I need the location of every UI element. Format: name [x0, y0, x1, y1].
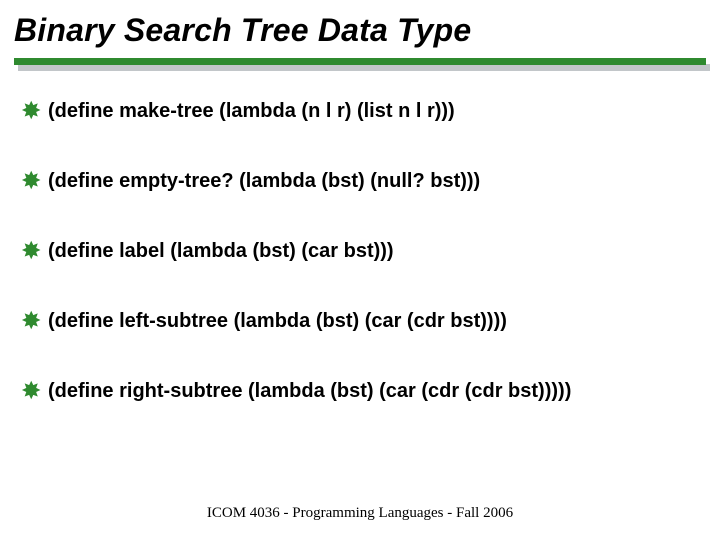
list-item-text: (define left-subtree (lambda (bst) (car …	[48, 308, 507, 334]
slide-footer: ICOM 4036 - Programming Languages - Fall…	[0, 505, 720, 522]
list-item: ✸ (define left-subtree (lambda (bst) (ca…	[22, 308, 698, 334]
list-item: ✸ (define empty-tree? (lambda (bst) (nul…	[22, 168, 698, 194]
list-item-text: (define right-subtree (lambda (bst) (car…	[48, 378, 571, 404]
slide-body: ✸ (define make-tree (lambda (n l r) (lis…	[22, 98, 698, 448]
slide: Binary Search Tree Data Type ✸ (define m…	[0, 0, 720, 540]
starburst-icon: ✸	[22, 168, 42, 194]
list-item-text: (define make-tree (lambda (n l r) (list …	[48, 98, 455, 124]
list-item: ✸ (define make-tree (lambda (n l r) (lis…	[22, 98, 698, 124]
list-item: ✸ (define right-subtree (lambda (bst) (c…	[22, 378, 698, 404]
slide-title: Binary Search Tree Data Type	[14, 12, 471, 49]
list-item: ✸ (define label (lambda (bst) (car bst))…	[22, 238, 698, 264]
starburst-icon: ✸	[22, 308, 42, 334]
title-underline	[14, 58, 706, 70]
starburst-icon: ✸	[22, 98, 42, 124]
list-item-text: (define label (lambda (bst) (car bst)))	[48, 238, 394, 264]
title-underline-shadow	[18, 64, 710, 71]
starburst-icon: ✸	[22, 378, 42, 404]
starburst-icon: ✸	[22, 238, 42, 264]
list-item-text: (define empty-tree? (lambda (bst) (null?…	[48, 168, 480, 194]
title-underline-bar	[14, 58, 706, 65]
